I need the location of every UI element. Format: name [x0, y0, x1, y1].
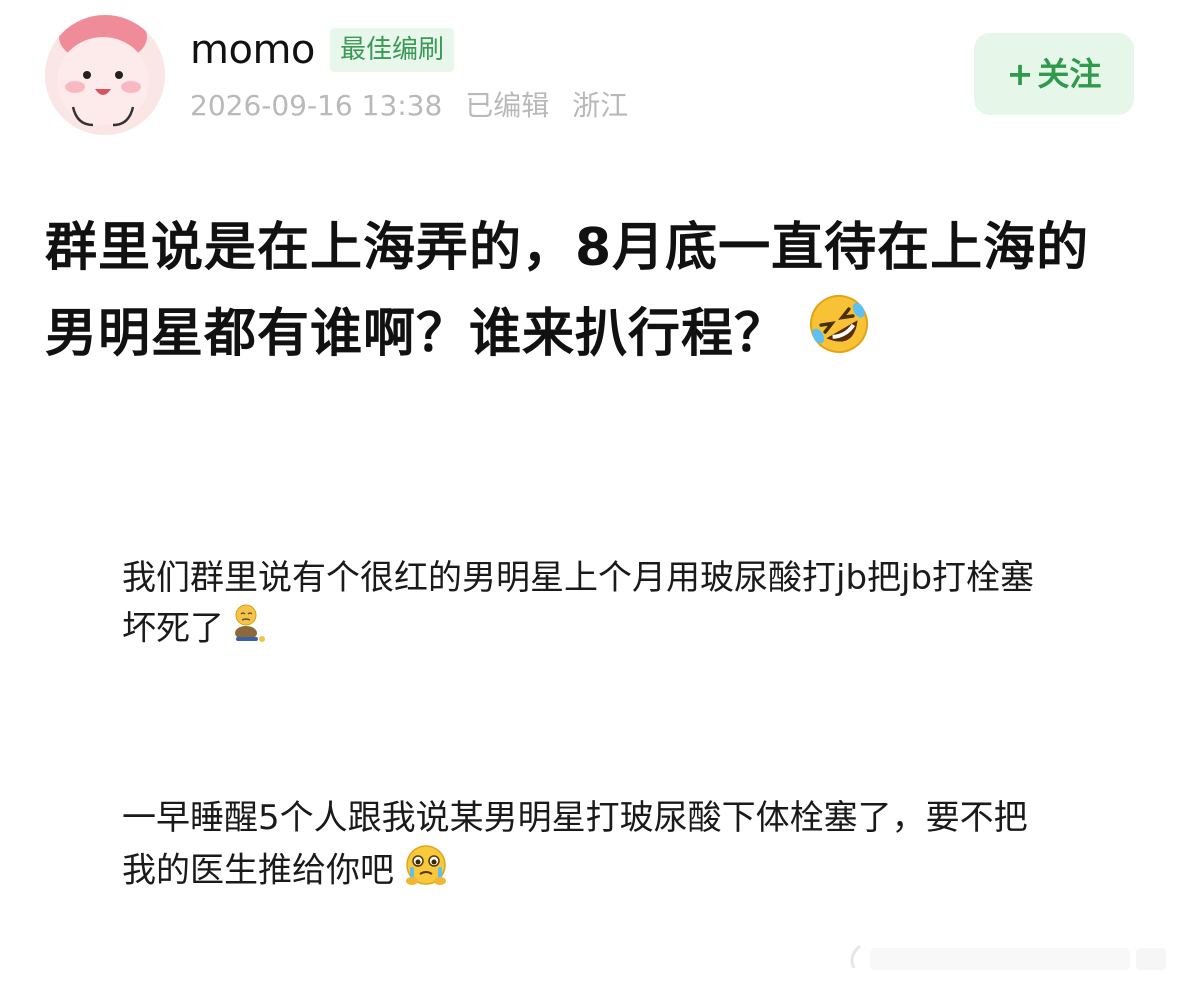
post-page: momo 最佳编刷 2026-09-16 13:38 已编辑 浙江 + 关注 群里… — [0, 0, 1179, 985]
follow-button[interactable]: + 关注 — [974, 33, 1134, 115]
quoted-message-1: 我们群里说有个很红的男明星上个月用玻尿酸打jb把jb打栓塞坏死了 — [122, 553, 1052, 657]
sitting-sad-figure-icon — [232, 603, 268, 657]
watermark — [840, 938, 1170, 978]
quoted-message-text: 一早睡醒5个人跟我说某男明星打玻尿酸下体栓塞了，要不把我的医生推给你吧 — [122, 798, 1028, 891]
author-name[interactable]: momo — [190, 24, 315, 76]
post-meta: 2026-09-16 13:38 已编辑 浙江 — [190, 86, 642, 126]
post-datetime: 2026-09-16 13:38 — [190, 89, 443, 122]
rolling-on-floor-laughing-icon — [807, 292, 871, 382]
plus-icon: + — [1006, 55, 1034, 93]
post-title: 群里说是在上海弄的，8月底一直待在上海的男明星都有谁啊？谁来扒行程？ — [45, 205, 1125, 382]
teary-face-icon — [402, 843, 450, 901]
author-badge: 最佳编刷 — [330, 28, 455, 72]
follow-label: 关注 — [1037, 55, 1102, 93]
avatar-cartoon-icon — [45, 15, 165, 135]
quoted-message-2: 一早睡醒5个人跟我说某男明星打玻尿酸下体栓塞了，要不把我的医生推给你吧 — [122, 793, 1052, 901]
avatar[interactable] — [45, 15, 165, 135]
edited-label: 已编辑 — [465, 89, 550, 122]
post-title-text: 群里说是在上海弄的，8月底一直待在上海的男明星都有谁啊？谁来扒行程？ — [45, 218, 1090, 364]
location-label: 浙江 — [572, 89, 629, 122]
